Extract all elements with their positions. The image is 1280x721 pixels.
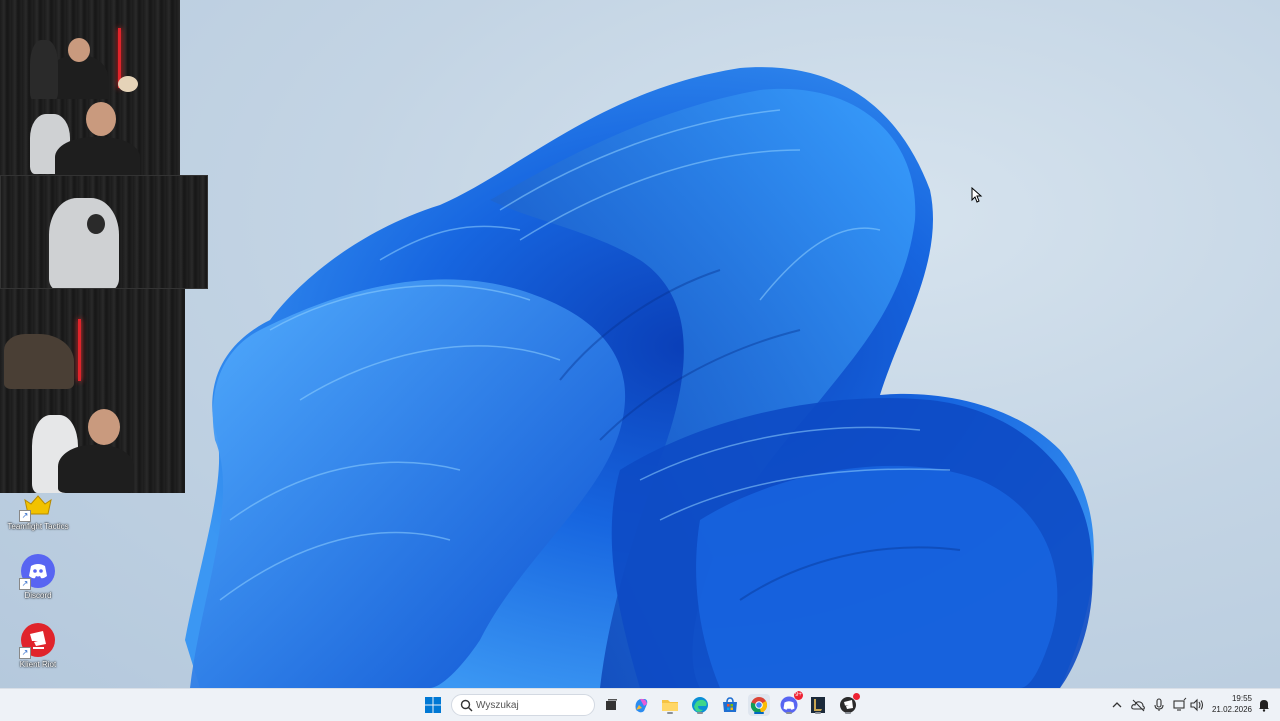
desktop-icon-discord[interactable]: ↗ Discord (6, 554, 70, 600)
store-icon (723, 697, 737, 712)
search-icon (460, 699, 473, 712)
task-view-button[interactable] (600, 694, 622, 716)
network-icon[interactable] (1172, 697, 1188, 713)
edge-button[interactable] (689, 694, 711, 716)
store-button[interactable] (719, 694, 741, 716)
windows-logo-icon (425, 697, 441, 713)
webcam-feed-4 (0, 289, 185, 393)
webcam-feed-3 (0, 175, 208, 289)
microphone-icon[interactable] (1151, 697, 1167, 713)
clock-date: 21.02.2026 (1211, 705, 1252, 714)
webcam-feed-5 (0, 393, 185, 493)
copilot-icon (635, 698, 648, 713)
desktop-icon-teamfight-tactics[interactable]: ↗ Teamfight Tactics (6, 494, 70, 531)
taskbar-search-box[interactable]: Wyszukaj (451, 694, 595, 716)
clock-time: 19:55 (1231, 694, 1252, 703)
discord-icon: ↗ (19, 554, 55, 590)
copilot-button[interactable] (630, 694, 652, 716)
webcam-feed-2 (0, 99, 180, 175)
mouse-cursor-icon (971, 187, 983, 203)
start-button[interactable] (422, 694, 444, 716)
cloud-offline-icon[interactable] (1130, 697, 1146, 713)
chevron-up-icon[interactable] (1109, 697, 1125, 713)
search-placeholder: Wyszukaj (476, 700, 519, 711)
league-of-legends-button[interactable] (807, 694, 829, 716)
tft-icon: ↗ (19, 494, 55, 528)
desktop-icon-label: Discord (24, 591, 52, 600)
taskbar-clock[interactable]: 19:55 21.02.2026 (1212, 693, 1252, 715)
taskbar: Wyszukaj 9+ 19:55 21.02.2026 (0, 688, 1280, 721)
notification-dot (853, 693, 860, 700)
notifications-icon[interactable] (1256, 697, 1272, 713)
riot-client-icon: ↗ (19, 623, 55, 659)
riot-taskbar-button[interactable] (837, 693, 860, 716)
notification-badge: 9+ (794, 691, 803, 700)
webcam-feed-1 (0, 0, 180, 99)
discord-taskbar-button[interactable]: 9+ (778, 691, 803, 716)
desktop[interactable]: ↗ Teamfight Tactics ↗ Discord ↗ Klient R… (0, 0, 1280, 688)
volume-icon[interactable] (1189, 697, 1205, 713)
file-explorer-button[interactable] (659, 694, 681, 716)
desktop-icon-riot-client[interactable]: ↗ Klient Riot (6, 623, 70, 669)
desktop-icon-label: Klient Riot (19, 660, 57, 669)
task-view-icon (606, 699, 617, 710)
windows-bloom-wallpaper (185, 67, 1094, 688)
chrome-button[interactable] (748, 694, 770, 716)
